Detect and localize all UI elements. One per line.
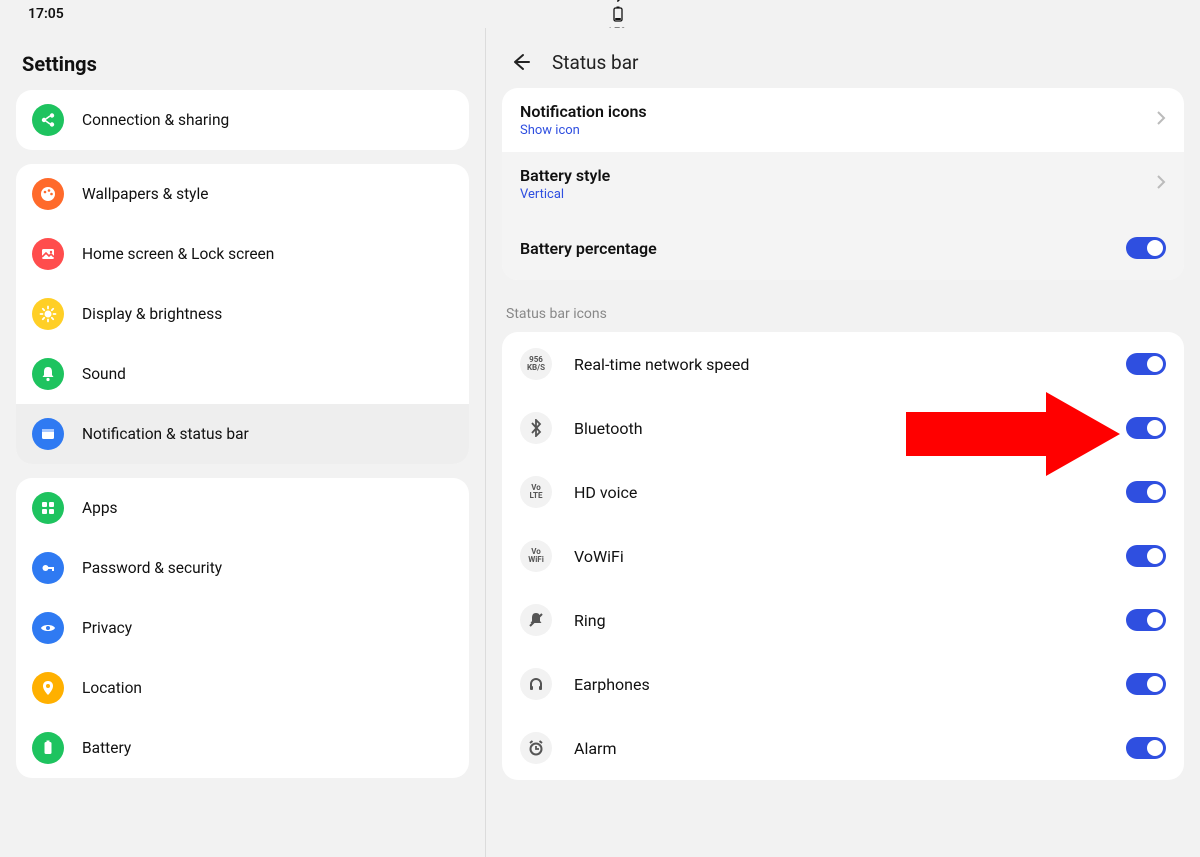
window-icon [32, 418, 64, 450]
sidebar-item-password[interactable]: Password & security [16, 538, 469, 598]
palette-icon [32, 178, 64, 210]
bt-icon [520, 412, 552, 444]
setting-subtitle: Show icon [520, 123, 1156, 138]
sidebar-item-label: Privacy [82, 619, 132, 637]
icon-setting-bluetooth[interactable]: Bluetooth [502, 396, 1184, 460]
toggle-battery-percentage[interactable] [1126, 237, 1166, 259]
icon-setting-vowifi[interactable]: VoWiFi VoWiFi [502, 524, 1184, 588]
sidebar-item-display[interactable]: Display & brightness [16, 284, 469, 344]
back-button[interactable] [508, 50, 532, 74]
sidebar-item-label: Notification & status bar [82, 425, 249, 443]
status-time: 17:05 [28, 6, 64, 22]
sidebar-item-label: Location [82, 679, 142, 697]
sidebar-item-label: Apps [82, 499, 118, 517]
toggle-hd-voice[interactable] [1126, 481, 1166, 503]
settings-sidebar: Settings Connection & sharing Wallpapers … [0, 28, 486, 857]
sidebar-item-label: Display & brightness [82, 305, 222, 323]
icon-setting-label: Real-time network speed [574, 355, 1104, 374]
sidebar-item-privacy[interactable]: Privacy [16, 598, 469, 658]
setting-title: Battery percentage [520, 239, 1126, 258]
settings-list[interactable]: Connection & sharing Wallpapers & style Ho… [0, 90, 485, 857]
toggle-ring[interactable] [1126, 609, 1166, 631]
toggle-vowifi[interactable] [1126, 545, 1166, 567]
icon-setting-network-speed[interactable]: 956KB/S Real-time network speed [502, 332, 1184, 396]
bluetooth-icon [613, 0, 623, 2]
setting-battery-style[interactable]: Battery style Vertical [502, 152, 1184, 216]
icon-setting-label: Alarm [574, 739, 1104, 758]
detail-scroll[interactable]: Notification icons Show icon Battery style… [486, 88, 1200, 857]
toggle-bluetooth[interactable] [1126, 417, 1166, 439]
icon-setting-label: Ring [574, 611, 1104, 630]
page-title: Status bar [552, 51, 638, 74]
sidebar-item-battery[interactable]: Battery [16, 718, 469, 778]
pin-icon [32, 672, 64, 704]
icon-setting-earphones[interactable]: Earphones [502, 652, 1184, 716]
share-icon [32, 104, 64, 136]
icon-setting-hd-voice[interactable]: VoLTE HD voice [502, 460, 1184, 524]
battery-icon [612, 6, 624, 22]
sidebar-item-label: Sound [82, 365, 126, 383]
sidebar-item-sound[interactable]: Sound [16, 344, 469, 404]
sidebar-item-location[interactable]: Location [16, 658, 469, 718]
icon-setting-label: HD voice [574, 483, 1104, 502]
sidebar-item-label: Password & security [82, 559, 222, 577]
setting-battery-percentage[interactable]: Battery percentage [502, 216, 1184, 280]
sidebar-item-label: Battery [82, 739, 131, 757]
icon-setting-label: Bluetooth [574, 419, 1104, 438]
toggle-network-speed[interactable] [1126, 353, 1166, 375]
setting-notification-icons[interactable]: Notification icons Show icon [502, 88, 1184, 152]
sidebar-item-label: Wallpapers & style [82, 185, 209, 203]
arrow-left-icon [509, 51, 531, 73]
icon-setting-label: VoWiFi [574, 547, 1104, 566]
settings-title: Settings [0, 28, 485, 90]
icon-setting-ring[interactable]: Ring [502, 588, 1184, 652]
key-icon [32, 552, 64, 584]
sun-icon [32, 298, 64, 330]
sidebar-item-wallpapers[interactable]: Wallpapers & style [16, 164, 469, 224]
setting-title: Battery style [520, 166, 1156, 185]
head-icon [520, 668, 552, 700]
bell-icon [32, 358, 64, 390]
toggle-earphones[interactable] [1126, 673, 1166, 695]
alarm-icon [520, 732, 552, 764]
section-label: Status bar icons [502, 298, 1184, 332]
sidebar-item-connection-sharing[interactable]: Connection & sharing [16, 90, 469, 150]
kbs-icon: 956KB/S [520, 348, 552, 380]
toggle-alarm[interactable] [1126, 737, 1166, 759]
grid-icon [32, 492, 64, 524]
icon-setting-label: Earphones [574, 675, 1104, 694]
icon-setting-alarm[interactable]: Alarm [502, 716, 1184, 780]
sidebar-item-label: Home screen & Lock screen [82, 245, 274, 263]
chevron-right-icon [1156, 110, 1166, 130]
sidebar-item-label: Connection & sharing [82, 111, 229, 129]
detail-pane: Status bar Notification icons Show icon Ba… [486, 28, 1200, 857]
volte-icon: VoLTE [520, 476, 552, 508]
setting-subtitle: Vertical [520, 187, 1156, 202]
sidebar-item-home-lock[interactable]: Home screen & Lock screen [16, 224, 469, 284]
eye-icon [32, 612, 64, 644]
vowifi-icon: VoWiFi [520, 540, 552, 572]
battery-icon [32, 732, 64, 764]
chevron-right-icon [1156, 174, 1166, 194]
picture-icon [32, 238, 64, 270]
sidebar-item-apps[interactable]: Apps [16, 478, 469, 538]
ring-icon [520, 604, 552, 636]
setting-title: Notification icons [520, 102, 1156, 121]
sidebar-item-notification-statusbar[interactable]: Notification & status bar [16, 404, 469, 464]
